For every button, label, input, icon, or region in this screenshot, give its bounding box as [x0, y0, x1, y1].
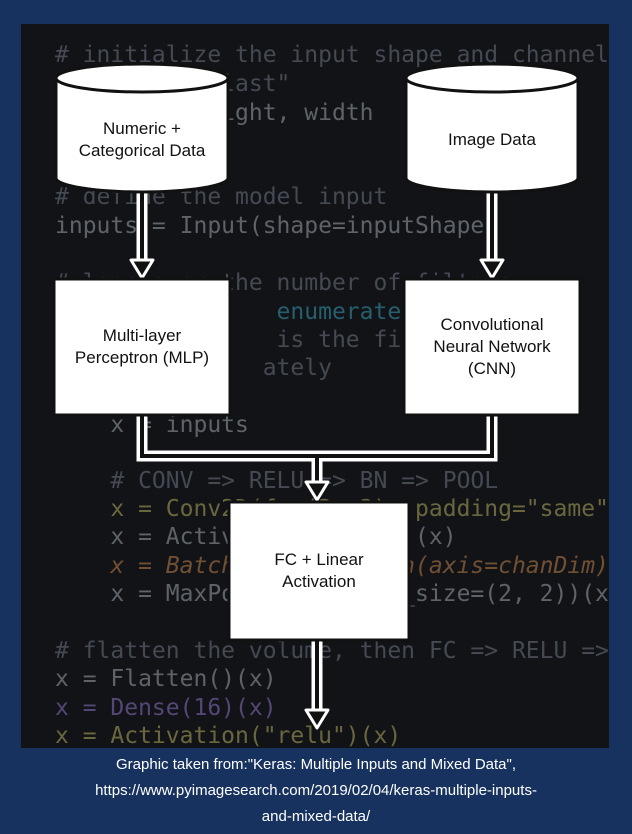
- caption-line: https://www.pyimagesearch.com/2019/02/04…: [95, 782, 537, 799]
- caption-line: Graphic taken from:"Keras: Multiple Inpu…: [116, 756, 516, 773]
- mlp-label: Multi-layer Perceptron (MLP): [74, 326, 210, 367]
- image-data-label: Image Data: [448, 130, 536, 149]
- caption-line: and-mixed-data/: [261, 808, 371, 825]
- numeric-data-label: Numeric + Categorical Data: [78, 119, 206, 160]
- arrowhead-mlp: [129, 258, 155, 280]
- arrowhead-cnn: [479, 258, 505, 280]
- arrowhead-fc: [304, 480, 330, 502]
- fc-label: FC + Linear Activation: [274, 550, 364, 591]
- edge-mlp-to-merge: [136, 415, 317, 462]
- caption: Graphic taken from:"Keras: Multiple Inpu…: [0, 752, 632, 830]
- cnn-label: Convolutional Neural Network (CNN): [433, 315, 551, 378]
- edge-cnn-to-merge: [317, 415, 498, 462]
- arrowhead-output: [304, 708, 330, 730]
